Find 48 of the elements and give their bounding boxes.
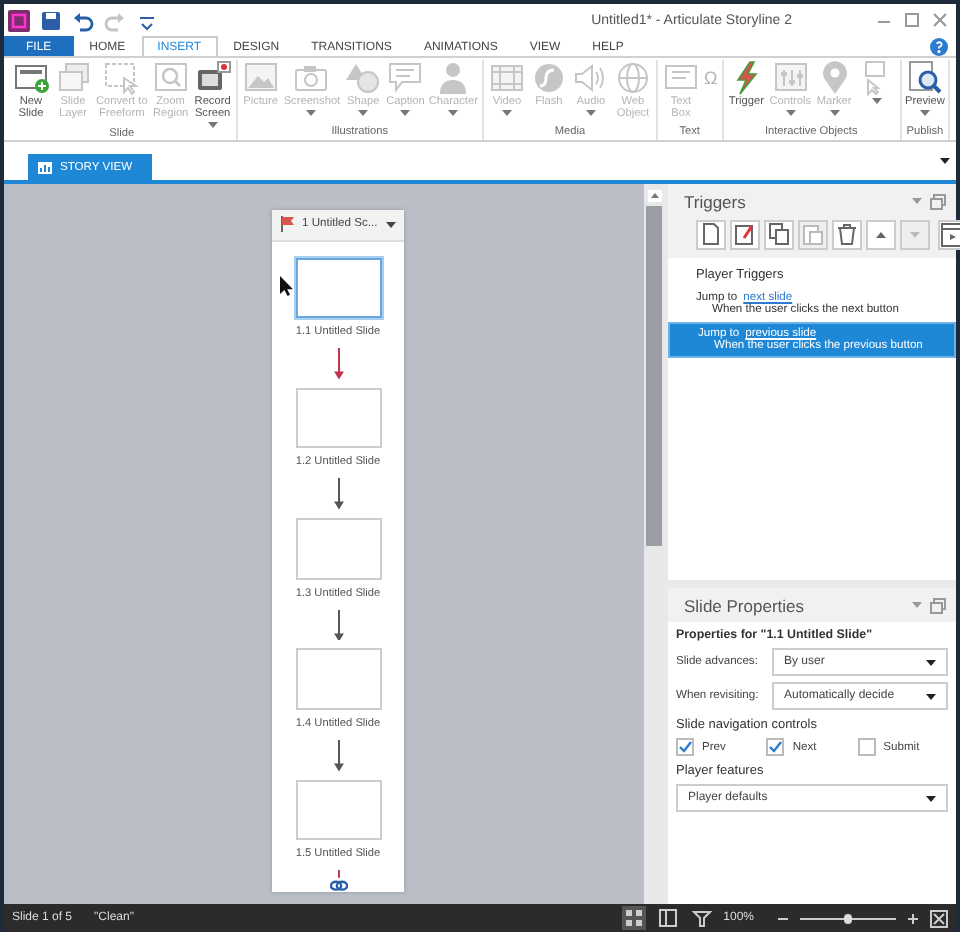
panel-title: Triggers — [684, 191, 746, 211]
paste-icon — [800, 222, 826, 248]
edit-button[interactable] — [730, 220, 760, 250]
slide-thumbnail[interactable] — [295, 518, 381, 580]
restore-icon[interactable] — [930, 597, 946, 613]
save-icon[interactable] — [40, 9, 62, 31]
slide-thumbnail[interactable] — [295, 387, 381, 449]
scroll-up-icon[interactable] — [647, 190, 661, 202]
story-view-icon[interactable] — [621, 906, 646, 930]
scrollbar[interactable] — [644, 184, 664, 904]
new-button[interactable] — [696, 220, 726, 250]
slide-view-icon[interactable] — [655, 906, 680, 930]
new-icon — [698, 222, 724, 248]
delete-button[interactable] — [832, 220, 862, 250]
undo-icon[interactable] — [72, 9, 94, 31]
copy-button[interactable] — [764, 220, 794, 250]
caret-icon — [926, 659, 936, 665]
caret-icon — [926, 693, 936, 699]
caret-icon — [926, 795, 936, 801]
copy-icon — [766, 222, 792, 248]
panel-title: Slide Properties — [684, 595, 805, 615]
maximize-icon[interactable] — [900, 10, 924, 30]
chart-icon — [38, 161, 52, 173]
help-icon[interactable] — [930, 37, 948, 55]
checkbox[interactable] — [676, 738, 694, 756]
panel-icon — [940, 222, 960, 248]
flag-icon — [280, 216, 294, 233]
slider-thumb[interactable] — [844, 913, 852, 923]
close-icon[interactable] — [928, 10, 952, 30]
scrollbar-thumb[interactable] — [646, 206, 662, 546]
caret-icon[interactable] — [940, 158, 950, 164]
caret-icon — [386, 221, 396, 228]
checkbox[interactable] — [857, 738, 876, 756]
link-icon — [329, 870, 347, 892]
delete-icon — [834, 222, 860, 248]
restore-icon[interactable] — [930, 193, 946, 209]
slide-thumbnail[interactable] — [295, 257, 381, 319]
slide-thumbnail[interactable] — [295, 779, 381, 841]
slide-thumbnail[interactable] — [295, 648, 381, 710]
app-logo-icon — [8, 9, 30, 31]
panel-button[interactable] — [938, 220, 960, 250]
move-up-button[interactable] — [866, 220, 896, 250]
zoom-in-icon[interactable] — [906, 911, 920, 925]
filter-icon[interactable] — [689, 906, 714, 930]
fit-icon[interactable] — [930, 909, 948, 927]
edit-icon — [732, 222, 758, 248]
cursor-icon — [280, 276, 294, 296]
checkbox[interactable] — [766, 738, 785, 756]
